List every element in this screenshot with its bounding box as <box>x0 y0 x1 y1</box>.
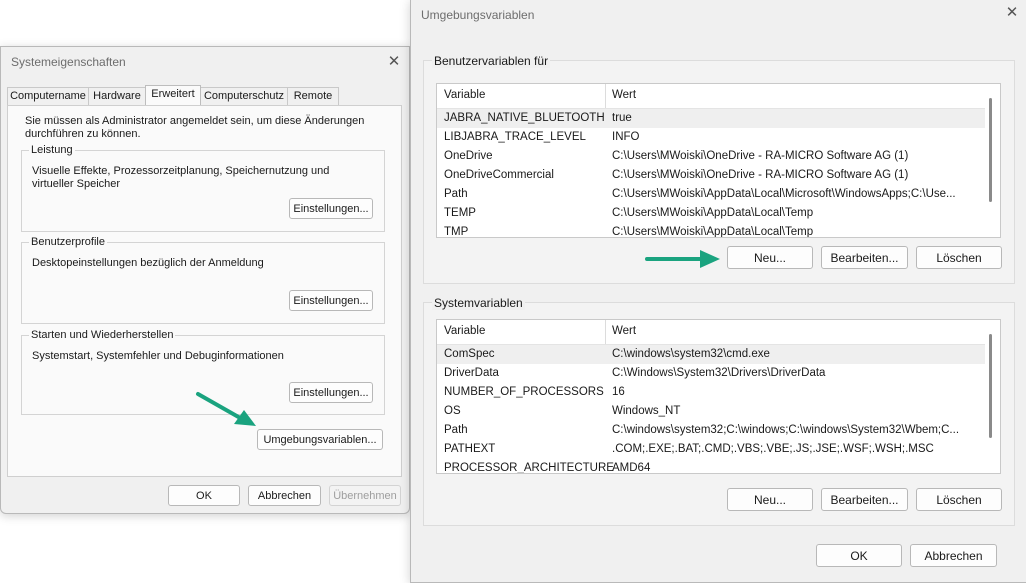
vertical-scrollbar[interactable] <box>989 98 992 202</box>
variable-value: C:\windows\system32\cmd.exe <box>612 348 770 360</box>
system-variables-panel: Systemvariablen Variable Wert ComSpec C:… <box>423 296 1015 526</box>
variable-value: C:\Windows\System32\Drivers\DriverData <box>612 367 826 379</box>
column-separator[interactable] <box>605 320 606 344</box>
variable-name: Path <box>444 424 468 436</box>
system-new-button[interactable]: Neu... <box>727 488 813 511</box>
group-title: Benutzerprofile <box>29 235 107 249</box>
variable-name: TMP <box>444 226 469 238</box>
user-variables-title: Benutzervariablen für <box>432 54 551 68</box>
variable-name: PROCESSOR_ARCHITECTURE <box>444 462 614 474</box>
profile-settings-button[interactable]: Einstellungen... <box>289 290 373 311</box>
variable-value: C:\Users\MWoiski\OneDrive - RA-MICRO Sof… <box>612 169 909 181</box>
tab-erweitert[interactable]: Erweitert <box>145 85 201 105</box>
tab-computerschutz[interactable]: Computerschutz <box>200 87 288 105</box>
group-benutzerprofile: Benutzerprofile Desktopeinstellungen bez… <box>21 235 385 324</box>
arrow-icon <box>645 250 720 268</box>
apply-button[interactable]: Übernehmen <box>329 485 401 506</box>
variable-name: Path <box>444 188 468 200</box>
table-row[interactable]: OS Windows_NT <box>437 402 985 421</box>
window-title: Systemeigenschaften <box>11 55 126 69</box>
column-separator[interactable] <box>605 84 606 108</box>
group-description: Visuelle Effekte, Prozessorzeitplanung, … <box>32 165 330 190</box>
column-header-variable[interactable]: Variable <box>444 89 485 101</box>
variable-name: NUMBER_OF_PROCESSORS <box>444 386 604 398</box>
group-description: Systemstart, Systemfehler und Debuginfor… <box>32 350 284 362</box>
variable-value: INFO <box>612 131 640 143</box>
leistung-settings-button[interactable]: Einstellungen... <box>289 198 373 219</box>
variable-value: AMD64 <box>612 462 651 474</box>
system-edit-button[interactable]: Bearbeiten... <box>821 488 908 511</box>
table-row[interactable]: TMP C:\Users\MWoiski\AppData\Local\Temp <box>437 223 985 238</box>
variable-name: OS <box>444 405 461 417</box>
variable-name: LIBJABRA_TRACE_LEVEL <box>444 131 586 143</box>
list-header: Variable Wert <box>437 84 985 109</box>
arrow-icon <box>196 392 256 426</box>
ok-button[interactable]: OK <box>168 485 240 506</box>
system-delete-button[interactable]: Löschen <box>916 488 1002 511</box>
ok-button[interactable]: OK <box>816 544 902 567</box>
tab-computername[interactable]: Computername <box>7 87 89 105</box>
tab-hardware[interactable]: Hardware <box>88 87 146 105</box>
table-row[interactable]: JABRA_NATIVE_BLUETOOTH true <box>437 109 985 128</box>
system-variables-list[interactable]: Variable Wert ComSpec C:\windows\system3… <box>436 319 1001 474</box>
group-title: Leistung <box>29 143 75 157</box>
variable-name: ComSpec <box>444 348 495 360</box>
variable-value: C:\Users\MWoiski\AppData\Local\Temp <box>612 207 814 219</box>
admin-note: Sie müssen als Administrator angemeldet … <box>25 115 365 140</box>
variable-value: 16 <box>612 386 625 398</box>
close-icon[interactable]: ✕ <box>1001 3 1023 23</box>
table-row[interactable]: OneDrive C:\Users\MWoiski\OneDrive - RA-… <box>437 147 985 166</box>
variable-value: C:\Users\MWoiski\OneDrive - RA-MICRO Sof… <box>612 150 909 162</box>
table-row[interactable]: OneDriveCommercial C:\Users\MWoiski\OneD… <box>437 166 985 185</box>
cancel-button[interactable]: Abbrechen <box>910 544 997 567</box>
system-variables-title: Systemvariablen <box>432 296 525 310</box>
table-row[interactable]: DriverData C:\Windows\System32\Drivers\D… <box>437 364 985 383</box>
table-row[interactable]: Path C:\windows\system32;C:\windows;C:\w… <box>437 421 985 440</box>
startup-settings-button[interactable]: Einstellungen... <box>289 382 373 403</box>
variable-name: DriverData <box>444 367 499 379</box>
user-edit-button[interactable]: Bearbeiten... <box>821 246 908 269</box>
variable-value: Windows_NT <box>612 405 681 417</box>
group-leistung: Leistung Visuelle Effekte, Prozessorzeit… <box>21 143 385 232</box>
window-title: Umgebungsvariablen <box>421 8 535 22</box>
user-variables-list[interactable]: Variable Wert JABRA_NATIVE_BLUETOOTH tru… <box>436 83 1001 238</box>
variable-name: JABRA_NATIVE_BLUETOOTH <box>444 112 605 124</box>
variable-value: .COM;.EXE;.BAT;.CMD;.VBS;.VBE;.JS;.JSE;.… <box>612 443 934 455</box>
variable-name: TEMP <box>444 207 476 219</box>
variable-value: C:\windows\system32;C:\windows;C:\window… <box>612 424 960 436</box>
table-row[interactable]: ComSpec C:\windows\system32\cmd.exe <box>437 345 985 364</box>
vertical-scrollbar[interactable] <box>989 334 992 438</box>
group-title: Starten und Wiederherstellen <box>29 328 176 342</box>
user-delete-button[interactable]: Löschen <box>916 246 1002 269</box>
table-row[interactable]: TEMP C:\Users\MWoiski\AppData\Local\Temp <box>437 204 985 223</box>
variable-value: true <box>612 112 632 124</box>
close-icon[interactable]: ✕ <box>383 52 405 72</box>
table-row[interactable]: LIBJABRA_TRACE_LEVEL INFO <box>437 128 985 147</box>
environment-variables-window: Umgebungsvariablen ✕ Benutzervariablen f… <box>410 0 1026 583</box>
tab-remote[interactable]: Remote <box>287 87 339 105</box>
variable-name: OneDriveCommercial <box>444 169 554 181</box>
variable-name: PATHEXT <box>444 443 496 455</box>
variable-value: C:\Users\MWoiski\AppData\Local\Temp <box>612 226 814 238</box>
table-row[interactable]: Path C:\Users\MWoiski\AppData\Local\Micr… <box>437 185 985 204</box>
column-header-variable[interactable]: Variable <box>444 325 485 337</box>
variable-name: OneDrive <box>444 150 493 162</box>
system-properties-window: Systemeigenschaften ✕ Computername Hardw… <box>0 46 410 514</box>
table-row[interactable]: NUMBER_OF_PROCESSORS 16 <box>437 383 985 402</box>
column-header-value[interactable]: Wert <box>612 325 636 337</box>
column-header-value[interactable]: Wert <box>612 89 636 101</box>
cancel-button[interactable]: Abbrechen <box>248 485 321 506</box>
table-row[interactable]: PROCESSOR_ARCHITECTURE AMD64 <box>437 459 985 474</box>
variable-value: C:\Users\MWoiski\AppData\Local\Microsoft… <box>612 188 956 200</box>
user-new-button[interactable]: Neu... <box>727 246 813 269</box>
list-header: Variable Wert <box>437 320 985 345</box>
group-description: Desktopeinstellungen bezüglich der Anmel… <box>32 257 264 269</box>
environment-variables-button[interactable]: Umgebungsvariablen... <box>257 429 383 450</box>
table-row[interactable]: PATHEXT .COM;.EXE;.BAT;.CMD;.VBS;.VBE;.J… <box>437 440 985 459</box>
